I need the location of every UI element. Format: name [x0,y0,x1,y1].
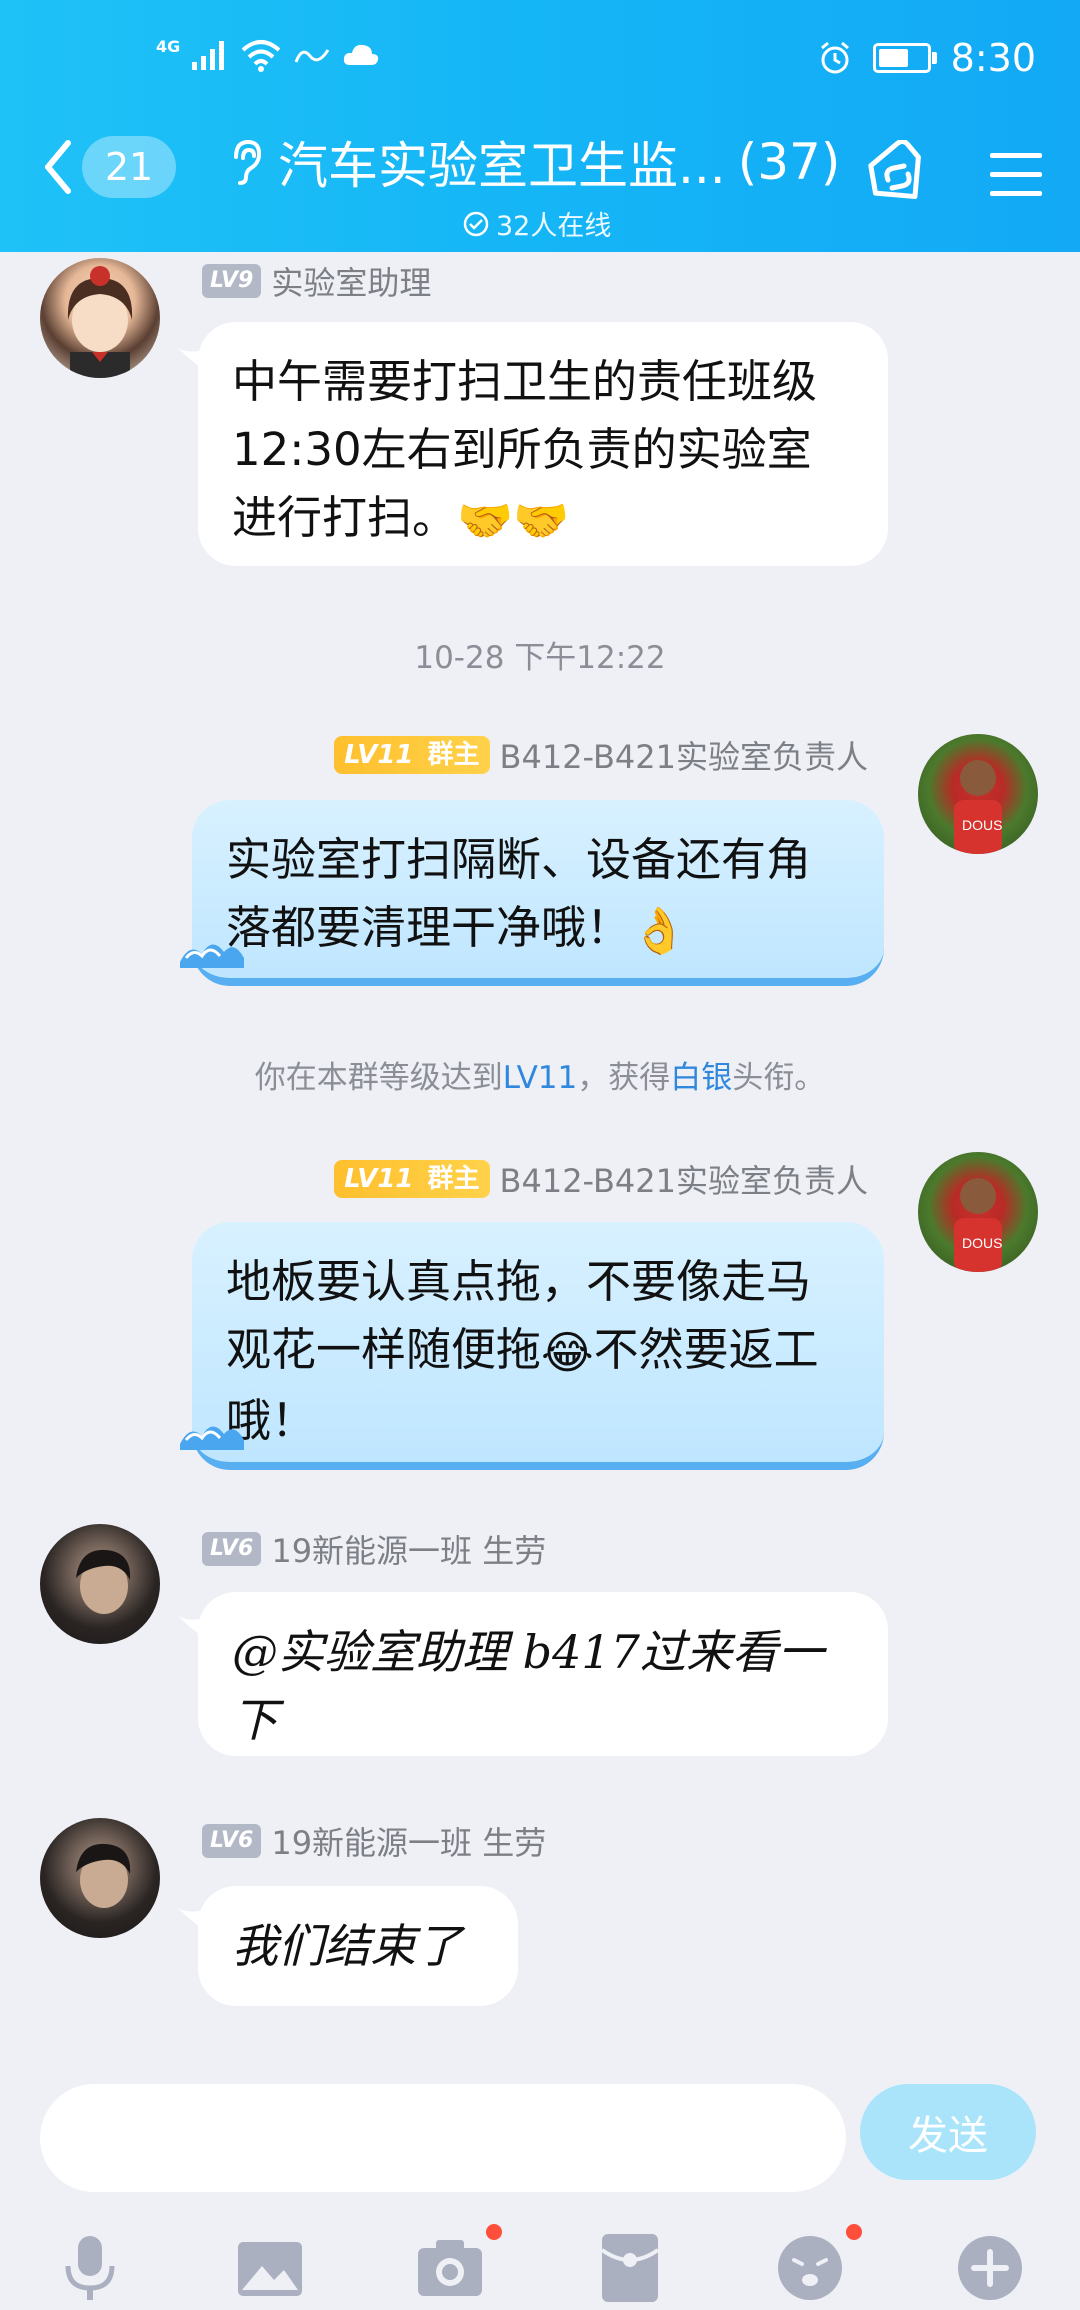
tag-link-icon[interactable] [860,140,938,210]
input-toolbar [0,2224,1080,2310]
avatar-room-owner[interactable]: DOUS [918,734,1038,854]
avatar-student[interactable] [40,1524,160,1644]
sender-meta: LV6 19新能源一班 生劳 [202,1526,546,1572]
online-status: 32人在线 [462,204,846,243]
battery-icon [872,43,937,73]
emoji-icon[interactable] [772,2230,848,2306]
sender-name[interactable]: 实验室助理 [271,258,431,304]
system-notice: 你在本群等级达到LV11，获得白银头衔。 [254,1060,826,1096]
sender-meta: LV6 19新能源一班 生劳 [202,1818,546,1864]
chat-title-area[interactable]: 汽车实验室卫生监... (37) 32人在线 [226,126,846,243]
app-status-icon [294,49,330,63]
alarm-icon [820,41,849,74]
camera-notification-dot [486,2224,502,2240]
status-time: 8:30 [950,36,1036,80]
microphone-icon[interactable] [52,2230,128,2306]
status-bar: 4G 8:30 [0,0,1080,120]
handshake-emoji: 🤝🤝 [457,494,570,547]
online-count: 32人在线 [496,211,612,242]
wave-decoration [180,1426,244,1450]
sender-name[interactable]: 19新能源一班 生劳 [271,1818,546,1864]
avatar-lab-assistant[interactable] [40,258,160,378]
plus-icon[interactable] [952,2230,1028,2306]
signal-icon [192,41,225,70]
wave-decoration [180,944,244,968]
back-button[interactable]: 21 [40,136,176,198]
send-button[interactable]: 发送 [860,2084,1036,2180]
svg-text:DOUS: DOUS [962,817,1002,833]
timestamp: 10-28 下午12:22 [414,640,666,676]
sender-name[interactable]: 19新能源一班 生劳 [271,1526,546,1572]
nav-bar: 21 汽车实验室卫生监... (37) 32人在线 [0,120,1080,252]
camera-icon[interactable] [412,2230,488,2306]
ok-hand-emoji: 👌 [631,904,688,957]
network-type: 4G [156,37,181,56]
sender-name[interactable]: B412-B421实验室负责人 [500,732,868,778]
avatar-student[interactable] [40,1818,160,1938]
avatar-room-owner[interactable]: DOUS [918,1152,1038,1272]
level-badge: LV6 [202,1824,262,1858]
emoji-notification-dot [846,2224,862,2240]
status-left: 4G [156,38,380,72]
title-link[interactable]: 白银 [670,1060,732,1096]
cloud-icon [344,44,379,65]
sender-meta: LV11 群主 B412-B421实验室负责人 [334,1156,868,1202]
ear-icon [234,139,262,185]
owner-badge: LV11 群主 [334,1160,490,1198]
member-count: (37) [737,133,841,191]
level-badge: LV9 [202,264,262,298]
level-link[interactable]: LV11 [503,1060,578,1096]
message-text: @实验室助理 b417过来看一下 [232,1625,824,1747]
nav-actions [860,140,1044,210]
sender-meta: LV9 实验室助理 [202,258,431,304]
menu-icon[interactable] [988,149,1044,201]
svg-text:DOUS: DOUS [962,1235,1002,1251]
avatar-image: DOUS [954,760,1002,854]
chat-title: 汽车实验室卫生监... [278,137,726,195]
status-right: 8:30 [817,36,1036,80]
message-bubble[interactable]: @实验室助理 b417过来看一下 [198,1592,888,1756]
check-circle-icon [463,211,489,236]
chat-header: 4G 8:30 21 汽车实验室卫生监... (37) 32人在线 [0,0,1080,252]
input-area: 发送 [0,2060,1080,2310]
avatar-image [76,1843,131,1908]
message-bubble[interactable]: 我们结束了 [198,1886,518,2006]
chevron-left-icon [45,140,71,194]
laughing-emoji: 😂 [541,1326,594,1379]
sender-name[interactable]: B412-B421实验室负责人 [500,1156,868,1202]
wifi-icon [241,40,281,72]
red-packet-icon[interactable] [592,2230,668,2306]
message-input[interactable] [40,2084,846,2192]
avatar-image: DOUS [954,1178,1002,1272]
battery-level [878,49,908,67]
message-bubble[interactable]: 地板要认真点拖，不要像走马观花一样随便拖😂不然要返工哦！ [192,1222,884,1470]
owner-badge: LV11 群主 [334,736,490,774]
sender-meta: LV11 群主 B412-B421实验室负责人 [334,732,868,778]
image-icon[interactable] [232,2230,308,2306]
level-badge: LV6 [202,1532,262,1566]
message-text: 实验室打扫隔断、设备还有角落都要清理干净哦！ [226,833,812,954]
message-text: 我们结束了 [232,1919,462,1973]
avatar-image [67,266,133,378]
message-bubble[interactable]: 中午需要打扫卫生的责任班级12:30左右到所负责的实验室进行打扫。🤝🤝 [198,322,888,566]
message-bubble[interactable]: 实验室打扫隔断、设备还有角落都要清理干净哦！👌 [192,800,884,986]
avatar-image [76,1549,131,1614]
unread-count-badge: 21 [82,136,176,198]
